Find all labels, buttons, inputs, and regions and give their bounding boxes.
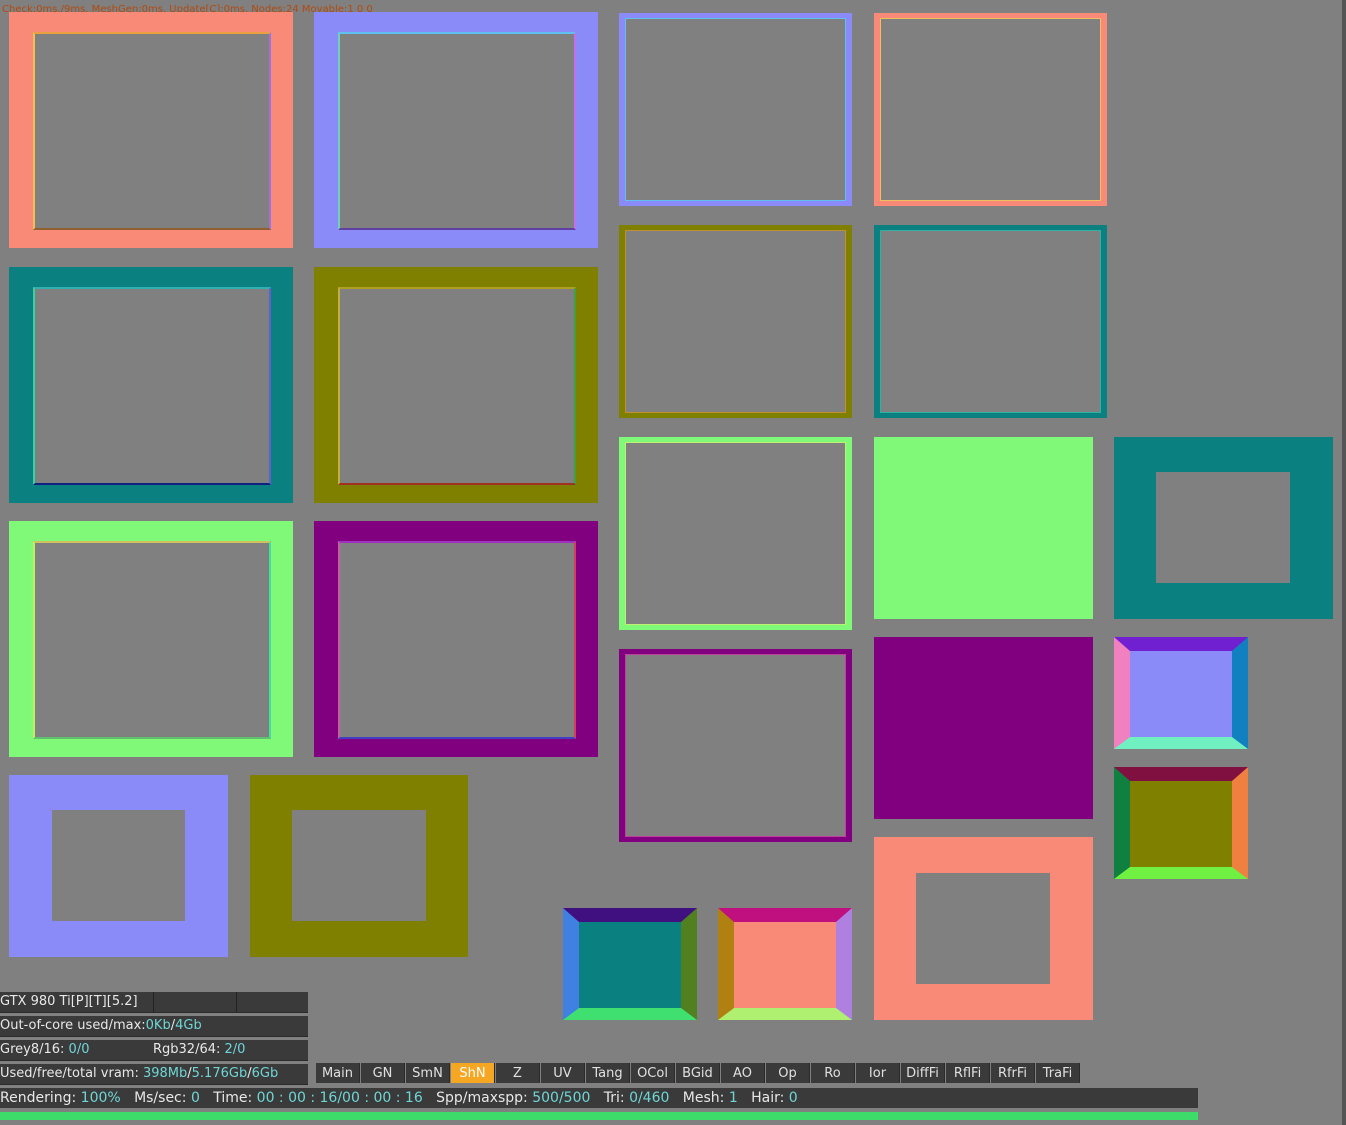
tab-ro[interactable]: Ro — [811, 1063, 855, 1083]
mesh-count: 1 — [728, 1090, 738, 1106]
frame-purple — [314, 521, 598, 757]
rgb-count: 2/0 — [224, 1042, 246, 1057]
frame-lime — [9, 521, 293, 757]
out-of-core-row: Out-of-core used/max:0Kb/4Gb — [0, 1016, 308, 1037]
frame-teal — [9, 267, 293, 503]
square-purple — [874, 637, 1093, 819]
rim-purple — [619, 649, 852, 842]
rim-teal — [874, 225, 1107, 418]
vram-row: Used/free/total vram: 398Mb/5.176Gb/6Gb — [0, 1064, 308, 1085]
out-of-core-max: 4Gb — [175, 1018, 202, 1033]
square-lime — [874, 437, 1093, 619]
gpu-info-panel: GTX 980 Ti[P][T][5.2] Out-of-core used/m… — [0, 992, 308, 1088]
out-of-core-used: 0Kb — [145, 1018, 171, 1033]
frame-teal-right — [1114, 437, 1333, 619]
tab-op[interactable]: Op — [766, 1063, 810, 1083]
frame-periwinkle — [314, 12, 598, 248]
bevel-olive — [1114, 767, 1248, 879]
tab-rflfi[interactable]: RflFi — [946, 1063, 990, 1083]
render-status-bar: Rendering: 100% Ms/sec: 0 Time: 00 : 00 … — [0, 1088, 1198, 1108]
tab-shn[interactable]: ShN — [451, 1063, 495, 1083]
frame-salmon — [9, 12, 293, 248]
vram-free: 5.176Gb — [191, 1066, 248, 1081]
tab-z[interactable]: Z — [496, 1063, 540, 1083]
tab-main[interactable]: Main — [316, 1063, 360, 1083]
tab-gn[interactable]: GN — [361, 1063, 405, 1083]
rim-salmon — [874, 13, 1107, 206]
tab-trafi[interactable]: TraFi — [1036, 1063, 1080, 1083]
frame-salmon-small — [874, 837, 1093, 1020]
ms-per-sec: 0 — [190, 1090, 200, 1106]
rim-periwinkle — [619, 13, 852, 206]
triangle-count: 0/460 — [629, 1090, 670, 1106]
viewport-edge — [1342, 0, 1346, 1125]
rim-olive — [619, 225, 852, 418]
tab-rfrfi[interactable]: RfrFi — [991, 1063, 1035, 1083]
frame-olive-small — [250, 775, 468, 957]
render-pass-tabs: Main GN SmN ShN Z UV Tang OCol BGid AO O… — [316, 1063, 1081, 1083]
render-progress-bar — [0, 1112, 1198, 1120]
hair-count: 0 — [788, 1090, 798, 1106]
render-progress-fill — [0, 1112, 1198, 1120]
tab-bgid[interactable]: BGid — [676, 1063, 720, 1083]
tab-ao[interactable]: AO — [721, 1063, 765, 1083]
samples-per-pixel: 500/500 — [532, 1090, 591, 1106]
frame-olive — [314, 267, 598, 503]
tab-smn[interactable]: SmN — [406, 1063, 450, 1083]
tab-uv[interactable]: UV — [541, 1063, 585, 1083]
bevel-teal — [563, 908, 697, 1020]
frame-periwinkle-small — [9, 775, 228, 957]
gpu-device-row: GTX 980 Ti[P][T][5.2] — [0, 992, 308, 1013]
vram-used: 398Mb — [142, 1066, 188, 1081]
tab-ocol[interactable]: OCol — [631, 1063, 675, 1083]
vram-total: 6Gb — [251, 1066, 279, 1081]
texture-count-row: Grey8/16: 0/0 Rgb32/64: 2/0 — [0, 1040, 308, 1061]
gpu-device-label: GTX 980 Ti[P][T][5.2] — [0, 994, 138, 1009]
tab-tang[interactable]: Tang — [586, 1063, 630, 1083]
render-time: 00 : 00 : 16/00 : 00 : 16 — [256, 1090, 423, 1106]
tab-difffi[interactable]: DiffFi — [901, 1063, 945, 1083]
bevel-salmon — [718, 908, 852, 1020]
grey-count: 0/0 — [68, 1042, 90, 1057]
rendering-percent: 100% — [80, 1090, 121, 1106]
tab-ior[interactable]: Ior — [856, 1063, 900, 1083]
rim-lime — [619, 437, 852, 630]
bevel-periwinkle — [1114, 637, 1248, 749]
